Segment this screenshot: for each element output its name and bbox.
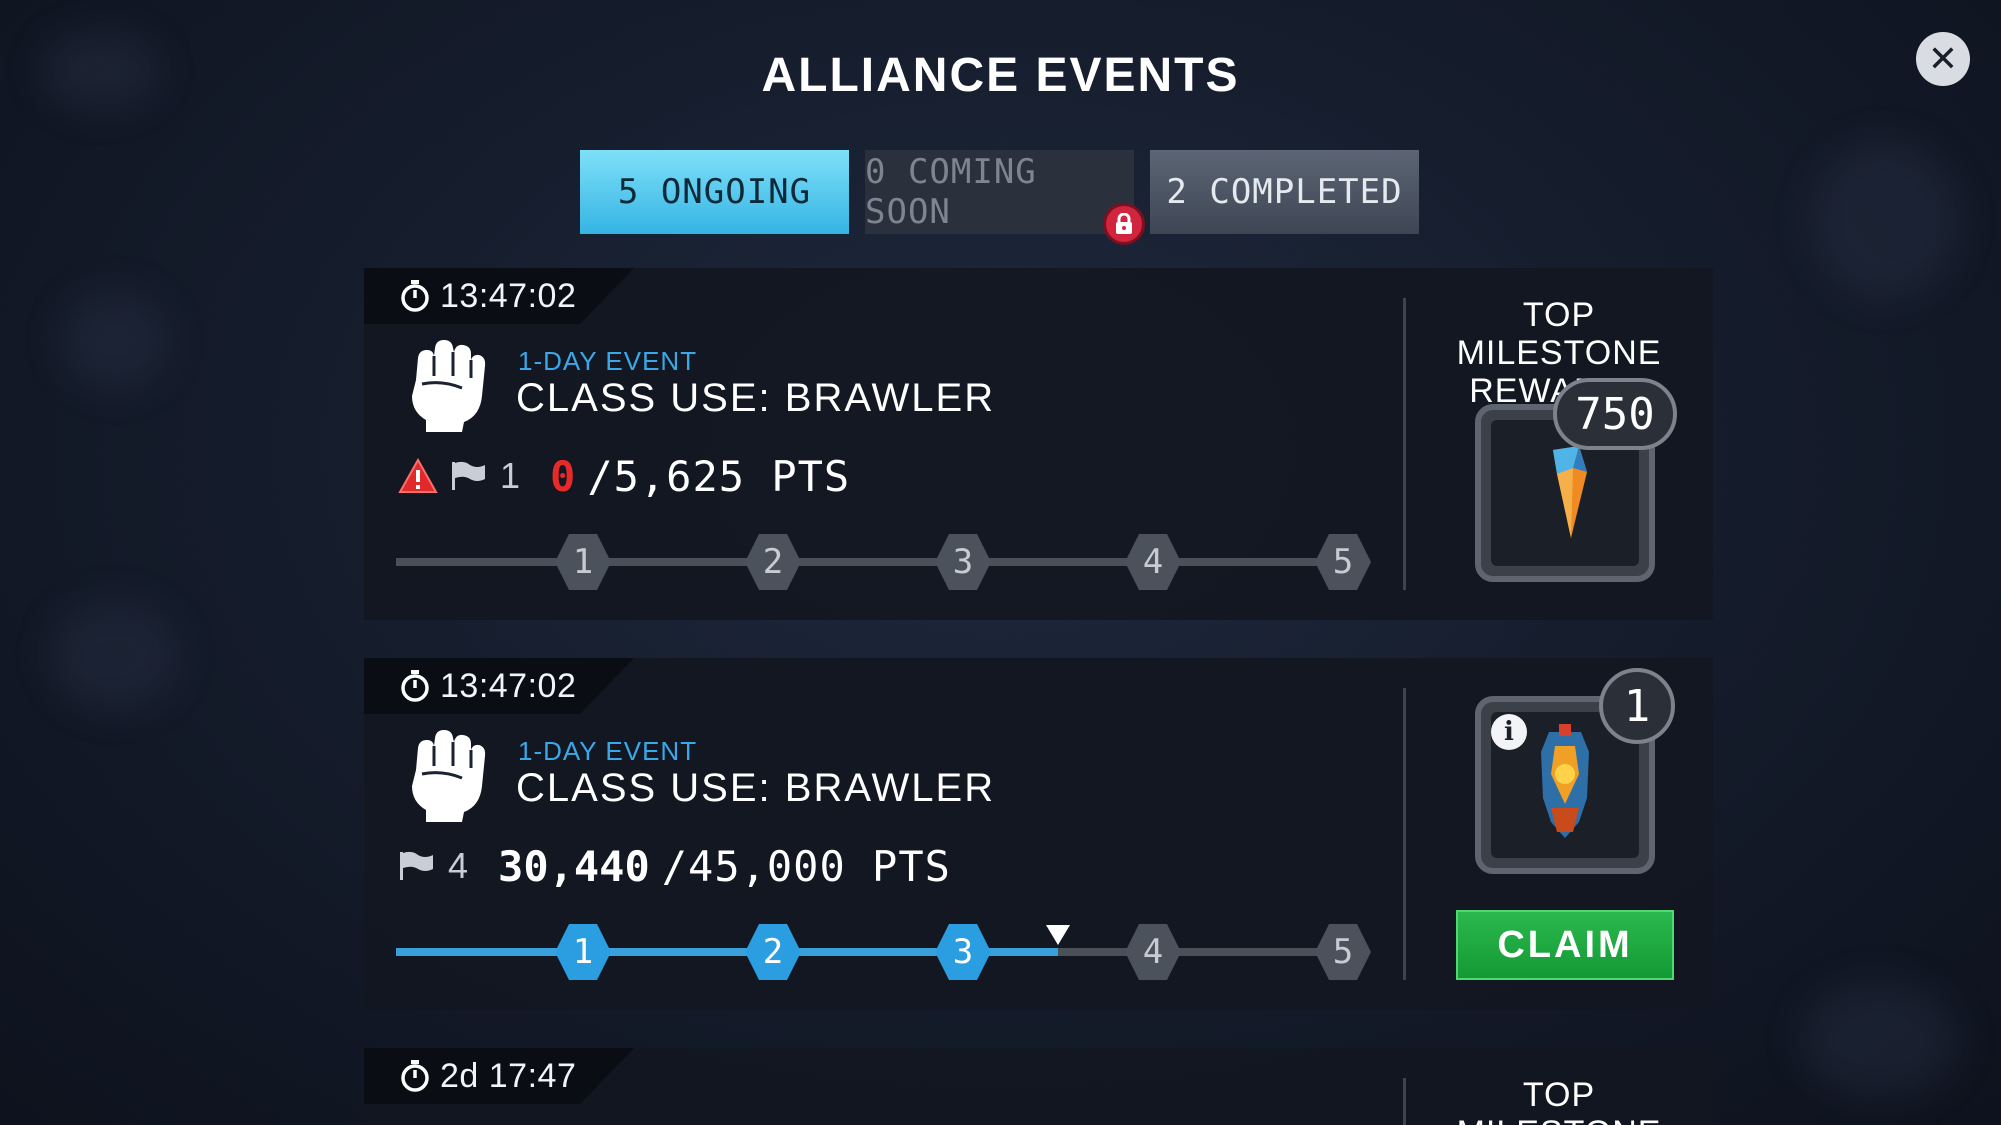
claim-button[interactable]: CLAIM	[1456, 910, 1674, 980]
divider	[1403, 1078, 1406, 1125]
event-type: 1-DAY EVENT	[518, 346, 698, 376]
flag-count: 1	[500, 455, 521, 496]
fist-icon	[412, 730, 486, 822]
flag-icon	[452, 461, 485, 490]
milestone-node[interactable]: 1	[555, 924, 611, 980]
points-current: 30,440	[498, 841, 650, 891]
fist-icon	[412, 340, 486, 432]
progress-marker-icon	[1046, 925, 1070, 945]
milestone-node[interactable]: 1	[555, 534, 611, 590]
stopwatch-icon	[401, 280, 429, 312]
stopwatch-icon	[401, 1060, 429, 1092]
event-type: 1-DAY EVENT	[518, 736, 698, 766]
timer-text: 13:47:02	[440, 276, 577, 315]
page-title: ALLIANCE EVENTS	[761, 49, 1240, 102]
points-target: /5,625 PTS	[587, 451, 851, 501]
event-name: CLASS USE: BRAWLER	[516, 766, 996, 810]
lock-icon	[1103, 203, 1145, 245]
timer-text: 2d 17:47	[440, 1056, 577, 1095]
tab-completed[interactable]: 2 COMPLETED	[1150, 150, 1419, 234]
points-row: 1 0 /5,625 PTS	[398, 448, 850, 504]
divider	[1403, 688, 1406, 980]
close-button[interactable]: ✕	[1916, 32, 1970, 86]
event-timer: 13:47:02	[364, 268, 634, 324]
tab-coming-soon[interactable]: 0 COMING SOON	[865, 150, 1134, 234]
event-card[interactable]: 13:47:02 1-DAY EVENT CLASS USE: BRAWLER …	[364, 268, 1713, 620]
progress-track	[396, 558, 1356, 566]
event-name: CLASS USE: BRAWLER	[516, 376, 996, 420]
event-timer: 13:47:02	[364, 658, 634, 714]
points-current: 0	[550, 451, 576, 501]
timer-text: 13:47:02	[440, 666, 577, 705]
info-icon[interactable]: i	[1491, 714, 1527, 750]
points-row: 4 30,440 /45,000 PTS	[398, 838, 951, 894]
event-timer: 2d 17:47	[364, 1048, 634, 1104]
progress-track	[396, 948, 1356, 956]
milestone-node[interactable]: 3	[935, 534, 991, 590]
divider	[1403, 298, 1406, 590]
flag-count: 4	[448, 845, 469, 886]
milestone-node[interactable]: 5	[1315, 924, 1371, 980]
stopwatch-icon	[401, 670, 429, 702]
flag-icon	[400, 851, 433, 880]
close-icon: ✕	[1927, 38, 1959, 79]
milestone-node[interactable]: 5	[1315, 534, 1371, 590]
reward-title: TOP MILESTONE	[1457, 1076, 1661, 1125]
warning-triangle-icon	[398, 458, 438, 493]
milestone-node[interactable]: 3	[935, 924, 991, 980]
tab-ongoing[interactable]: 5 ONGOING	[580, 150, 849, 234]
reward-count-badge: 750	[1553, 378, 1677, 450]
milestone-node[interactable]: 4	[1125, 534, 1181, 590]
milestone-node[interactable]: 4	[1125, 924, 1181, 980]
milestone-node[interactable]: 2	[745, 924, 801, 980]
event-card[interactable]: 13:47:02 1-DAY EVENT CLASS USE: BRAWLER …	[364, 658, 1713, 1010]
points-target: /45,000 PTS	[661, 841, 951, 891]
reward-count-badge: 1	[1599, 668, 1675, 744]
milestone-node[interactable]: 2	[745, 534, 801, 590]
event-card[interactable]: 2d 17:47 TOP MILESTONE	[364, 1048, 1713, 1125]
